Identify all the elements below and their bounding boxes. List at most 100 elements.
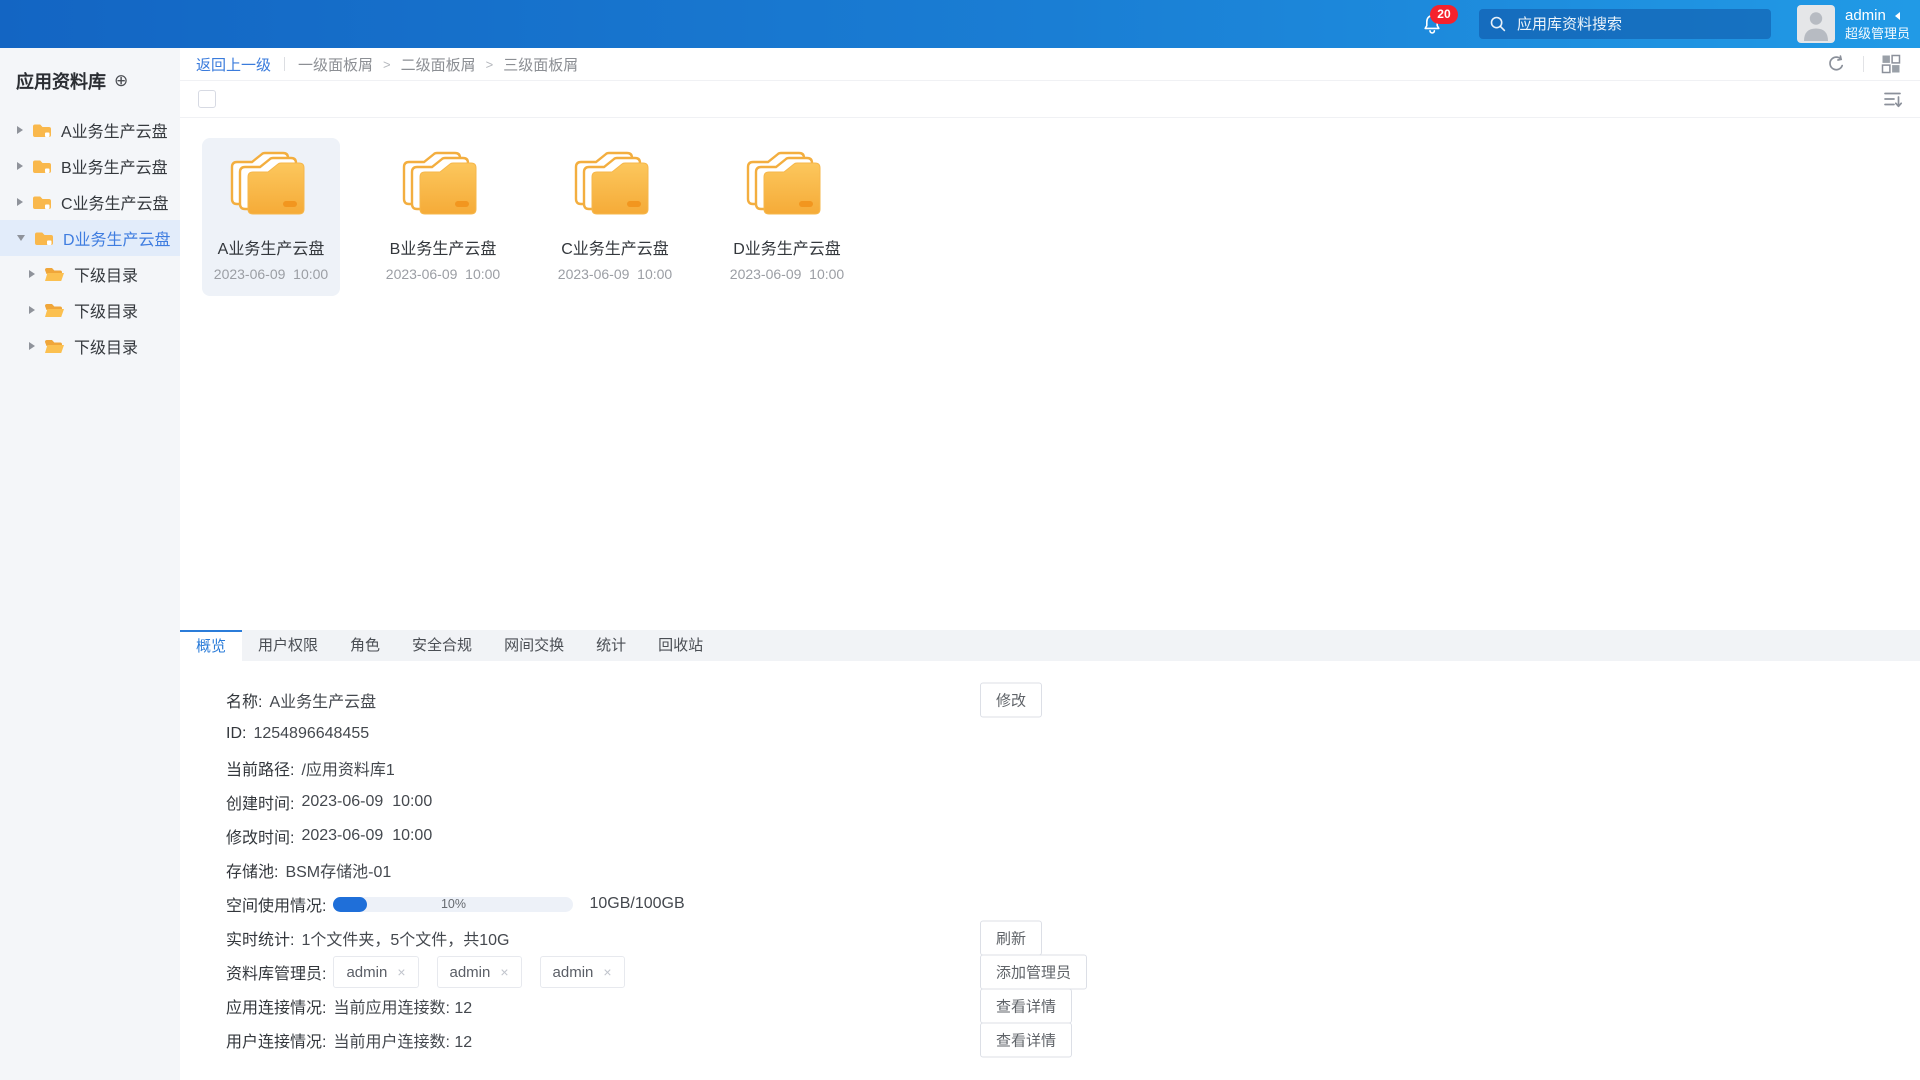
stacked-folder-icon — [745, 151, 829, 226]
toolbar-actions — [1823, 51, 1904, 77]
open-folder-icon — [44, 338, 65, 354]
detail-row-storage-pool: 存储池:BSM存储池-01 — [180, 853, 1920, 887]
tab-recycle-bin[interactable]: 回收站 — [642, 630, 719, 661]
user-text: admin 超级管理员 — [1845, 6, 1910, 42]
sidebar-title: 应用资料库 — [16, 68, 106, 94]
sidebar-subitem[interactable]: 下级目录 — [0, 292, 180, 328]
topbar: 20 admin 超级管理员 — [0, 0, 1920, 48]
admins-button[interactable]: 添加管理员 — [980, 955, 1087, 990]
folder-card[interactable]: C业务生产云盘2023-06-09 10:00 — [546, 138, 684, 296]
detail-row-name: 名称: A业务生产云盘 修改 — [180, 683, 1920, 717]
search-input[interactable] — [1515, 15, 1761, 34]
breadcrumb-item[interactable]: 二级面板屑 — [401, 54, 476, 75]
detail-label: ID: — [226, 725, 246, 743]
detail-label: 名称: — [226, 688, 262, 712]
breadcrumb-item[interactable]: 一级面板屑 — [298, 54, 373, 75]
detail-panel: 概览用户权限角色安全合规网间交换统计回收站 名称:A业务生产云盘修改ID:125… — [180, 630, 1920, 1080]
admin-tag[interactable]: admin × — [437, 956, 522, 988]
detail-label: 存储池: — [226, 858, 278, 882]
sidebar-item[interactable]: A业务生产云盘 — [0, 112, 180, 148]
detail-label: 应用连接情况: — [226, 994, 326, 1018]
app-connections-button[interactable]: 查看详情 — [980, 989, 1072, 1024]
admin-tag-label: admin — [553, 964, 594, 981]
breadcrumb: 一级面板屑>二级面板屑>三级面板屑 — [298, 54, 578, 75]
realtime-stats-button[interactable]: 刷新 — [980, 921, 1042, 956]
remove-tag-icon[interactable]: × — [603, 964, 611, 980]
breadcrumb-item[interactable]: 三级面板屑 — [503, 54, 578, 75]
user-name: admin — [1845, 6, 1886, 25]
user-role: 超级管理员 — [1845, 25, 1910, 42]
selection-row — [180, 81, 1920, 118]
admin-tag-list: admin × admin × admin × — [333, 956, 624, 988]
detail-row-modified: 修改时间:2023-06-09 10:00 — [180, 819, 1920, 853]
breadcrumb-separator: > — [383, 57, 391, 72]
detail-value: 2023-06-09 10:00 — [301, 793, 432, 811]
detail-value: /应用资料库1 — [301, 756, 394, 780]
notification-bell-button[interactable]: 20 — [1421, 13, 1443, 35]
folder-date: 2023-06-09 10:00 — [214, 266, 328, 282]
search-box[interactable] — [1479, 9, 1771, 39]
sidebar-subitem[interactable]: 下级目录 — [0, 328, 180, 364]
folder-name: D业务生产云盘 — [733, 235, 841, 259]
folder-card[interactable]: A业务生产云盘2023-06-09 10:00 — [202, 138, 340, 296]
tab-network-exchange[interactable]: 网间交换 — [488, 630, 580, 661]
refresh-button[interactable] — [1823, 51, 1849, 77]
sort-button[interactable] — [1882, 89, 1904, 109]
folder-name: B业务生产云盘 — [390, 235, 497, 259]
tab-roles[interactable]: 角色 — [334, 630, 396, 661]
tab-security-compliance[interactable]: 安全合规 — [396, 630, 488, 661]
folder-icon — [32, 194, 52, 210]
folder-grid: A业务生产云盘2023-06-09 10:00B业务生产云盘2023-06-09… — [180, 118, 1920, 650]
detail-row-created: 创建时间:2023-06-09 10:00 — [180, 785, 1920, 819]
caret-right-icon[interactable] — [29, 342, 35, 350]
grid-view-button[interactable] — [1878, 51, 1904, 77]
notification-badge: 20 — [1430, 5, 1458, 24]
folder-card[interactable]: B业务生产云盘2023-06-09 10:00 — [374, 138, 512, 296]
admin-tag[interactable]: admin × — [333, 956, 418, 988]
admin-tag[interactable]: admin × — [540, 956, 625, 988]
folder-card[interactable]: D业务生产云盘2023-06-09 10:00 — [718, 138, 856, 296]
detail-label: 当前路径: — [226, 756, 294, 780]
folder-icon — [32, 158, 52, 174]
caret-right-icon[interactable] — [17, 198, 23, 206]
toolbar-divider — [284, 57, 285, 71]
caret-down-icon[interactable] — [17, 235, 25, 241]
detail-label: 修改时间: — [226, 824, 294, 848]
user-menu[interactable]: admin 超级管理员 — [1797, 5, 1920, 43]
stacked-folder-icon — [573, 151, 657, 226]
open-folder-icon — [44, 302, 65, 318]
name-button[interactable]: 修改 — [980, 683, 1042, 718]
remove-tag-icon[interactable]: × — [397, 964, 405, 980]
detail-label: 用户连接情况: — [226, 1028, 326, 1052]
search-icon — [1489, 15, 1515, 33]
caret-right-icon[interactable] — [17, 126, 23, 134]
detail-label: 实时统计: — [226, 926, 294, 950]
avatar — [1797, 5, 1835, 43]
detail-row-realtime-stats: 实时统计:1个文件夹，5个文件，共10G刷新 — [180, 921, 1920, 955]
detail-label: 资料库管理员: — [226, 960, 326, 984]
caret-right-icon[interactable] — [29, 270, 35, 278]
sidebar-item[interactable]: C业务生产云盘 — [0, 184, 180, 220]
select-all-checkbox[interactable] — [198, 90, 216, 108]
caret-right-icon[interactable] — [29, 306, 35, 314]
stacked-folder-icon — [401, 151, 485, 226]
back-link[interactable]: 返回上一级 — [196, 54, 271, 75]
detail-value: A业务生产云盘 — [269, 688, 376, 712]
admin-tag-label: admin — [346, 964, 387, 981]
tab-user-permissions[interactable]: 用户权限 — [242, 630, 334, 661]
tab-statistics[interactable]: 统计 — [580, 630, 642, 661]
sidebar-subitem[interactable]: 下级目录 — [0, 256, 180, 292]
stacked-folder-icon — [229, 151, 313, 226]
toolbar-actions-divider — [1863, 56, 1864, 72]
remove-tag-icon[interactable]: × — [500, 964, 508, 980]
caret-right-icon[interactable] — [17, 162, 23, 170]
open-folder-icon — [44, 266, 65, 282]
folder-icon — [32, 122, 52, 138]
sidebar-item[interactable]: D业务生产云盘 — [0, 220, 180, 256]
admin-tag-label: admin — [450, 964, 491, 981]
add-library-icon[interactable]: ⊕ — [114, 72, 128, 90]
detail-row-path: 当前路径: /应用资料库1 — [180, 751, 1920, 785]
user-connections-button[interactable]: 查看详情 — [980, 1023, 1072, 1058]
sidebar-item[interactable]: B业务生产云盘 — [0, 148, 180, 184]
tab-overview[interactable]: 概览 — [180, 630, 242, 661]
